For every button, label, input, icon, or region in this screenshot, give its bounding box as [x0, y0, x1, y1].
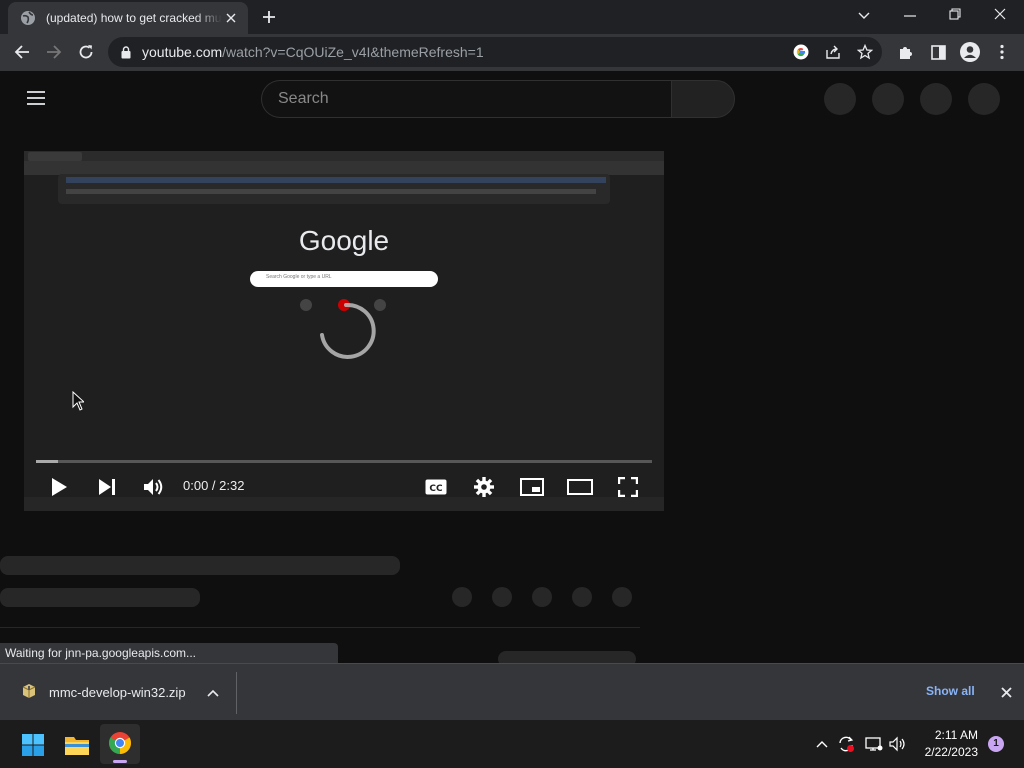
more-icon[interactable]: [994, 42, 1010, 62]
video-google-search-box: Search Google or type a URL: [250, 271, 438, 287]
title-skeleton: [0, 556, 400, 575]
header-icon-placeholder[interactable]: [824, 83, 856, 115]
reload-icon[interactable]: [76, 42, 96, 62]
loading-spinner-icon: [320, 302, 376, 359]
tab-title: (updated) how to get cracked mu: [46, 11, 222, 25]
windows-start-icon[interactable]: [20, 732, 46, 758]
address-bar[interactable]: youtube.com/watch?v=CqOUiZe_v4I&themeRef…: [108, 37, 882, 67]
action-skeleton: [452, 587, 472, 607]
lock-icon[interactable]: [119, 45, 133, 59]
channel-skeleton: [0, 588, 200, 607]
header-icon-placeholder[interactable]: [872, 83, 904, 115]
globe-icon: [20, 10, 36, 26]
url-path: /watch?v=CqOUiZe_v4I&themeRefresh=1: [222, 44, 484, 60]
search-placeholder: Search: [278, 90, 329, 107]
taskbar: 2:11 AM 2/22/2023 1: [0, 720, 1024, 768]
url-text[interactable]: youtube.com/watch?v=CqOUiZe_v4I&themeRef…: [142, 44, 484, 60]
header-icon-placeholder[interactable]: [920, 83, 952, 115]
volume-icon[interactable]: [888, 734, 908, 754]
next-icon[interactable]: [96, 476, 118, 498]
video-frame-content: Google Search Google or type a URL: [24, 151, 664, 511]
window-close-icon[interactable]: [990, 4, 1010, 24]
profile-icon[interactable]: [958, 40, 982, 64]
notification-badge[interactable]: 1: [988, 736, 1004, 752]
volume-icon[interactable]: [142, 476, 166, 498]
fullscreen-icon[interactable]: [616, 476, 640, 498]
youtube-page: Search Google Search Google or type a UR…: [0, 71, 1024, 663]
sync-alert-icon[interactable]: [836, 734, 856, 754]
action-skeleton: [572, 587, 592, 607]
mouse-cursor-icon: [72, 391, 84, 411]
share-icon[interactable]: [824, 43, 842, 61]
status-bubble: Waiting for jnn-pa.googleapis.com...: [0, 643, 338, 663]
clock-time: 2:11 AM: [934, 728, 978, 742]
browser-toolbar: youtube.com/watch?v=CqOUiZe_v4I&themeRef…: [0, 34, 1024, 71]
zip-file-icon: [20, 682, 38, 700]
close-tab-icon[interactable]: [222, 9, 240, 27]
closed-captions-icon[interactable]: CC: [424, 476, 448, 498]
video-progress-bar[interactable]: [36, 460, 652, 463]
chrome-taskbar-button[interactable]: [100, 724, 140, 764]
new-tab-icon[interactable]: [258, 6, 280, 28]
forward-icon[interactable]: [44, 42, 64, 62]
status-text: Waiting for jnn-pa.googleapis.com...: [5, 646, 196, 660]
hamburger-menu-icon[interactable]: [26, 89, 46, 107]
chevron-up-icon[interactable]: [204, 684, 222, 702]
restore-icon[interactable]: [945, 4, 965, 24]
browser-tab[interactable]: (updated) how to get cracked mu: [8, 2, 248, 34]
google-icon[interactable]: [792, 43, 810, 61]
side-panel-icon[interactable]: [928, 42, 948, 62]
settings-gear-icon[interactable]: [472, 476, 496, 498]
play-icon[interactable]: [48, 476, 70, 498]
network-icon[interactable]: [864, 734, 884, 754]
divider: [0, 627, 640, 628]
chevron-up-icon[interactable]: [814, 736, 830, 752]
file-explorer-icon[interactable]: [64, 732, 90, 758]
svg-text:CC: CC: [429, 484, 443, 494]
download-shelf: mmc-develop-win32.zip Show all: [0, 663, 1024, 720]
clock-date: 2/22/2023: [924, 745, 978, 759]
download-file-name[interactable]: mmc-develop-win32.zip: [49, 685, 186, 700]
tab-search-chevron-down-icon[interactable]: [854, 6, 874, 26]
back-icon[interactable]: [12, 42, 32, 62]
video-google-logo: Google: [298, 225, 390, 256]
action-skeleton: [612, 587, 632, 607]
video-player[interactable]: Google Search Google or type a URL 0:00 …: [24, 151, 664, 511]
search-button[interactable]: [671, 80, 735, 118]
description-skeleton: [498, 651, 636, 663]
theater-mode-icon[interactable]: [566, 476, 594, 498]
chrome-icon: [108, 731, 132, 755]
extensions-icon[interactable]: [896, 42, 916, 62]
header-icon-placeholder[interactable]: [968, 83, 1000, 115]
video-progress-played: [36, 460, 58, 463]
video-google-search-placeholder: Search Google or type a URL: [266, 274, 332, 280]
close-shelf-icon[interactable]: [996, 682, 1016, 702]
action-skeleton: [492, 587, 512, 607]
action-skeleton: [532, 587, 552, 607]
shelf-divider: [236, 672, 237, 714]
star-icon[interactable]: [856, 43, 874, 61]
tab-strip: (updated) how to get cracked mu: [0, 0, 1024, 34]
url-host: youtube.com: [142, 44, 223, 60]
minimize-icon[interactable]: [900, 6, 920, 26]
video-time: 0:00 / 2:32: [183, 478, 245, 493]
search-input[interactable]: Search: [261, 80, 671, 118]
show-all-button[interactable]: Show all: [926, 684, 975, 698]
active-indicator: [113, 760, 127, 763]
miniplayer-icon[interactable]: [518, 476, 546, 498]
